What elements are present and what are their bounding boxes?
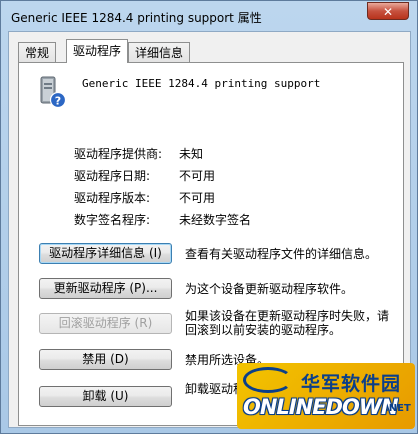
tab-details[interactable]: 详细信息	[128, 42, 191, 62]
version-value: 不可用	[179, 191, 216, 205]
provider-value: 未知	[179, 147, 204, 161]
version-label: 驱动程序版本:	[74, 191, 151, 205]
rollback-driver-button[interactable]: 回滚驱动程序 (R)	[39, 313, 172, 334]
tab-driver[interactable]: 驱动程序	[66, 39, 129, 63]
title-bar[interactable]: Generic IEEE 1284.4 printing support 属性 …	[1, 1, 417, 31]
svg-text:?: ?	[55, 95, 61, 108]
signer-label: 数字签名程序:	[74, 213, 151, 227]
printer-device-question-icon: ?	[40, 76, 67, 109]
date-label: 驱动程序日期:	[74, 169, 151, 183]
watermark-en: ONLINEDOWN	[243, 395, 399, 419]
disable-button[interactable]: 禁用 (D)	[39, 349, 172, 370]
close-icon: ✕	[382, 5, 394, 19]
device-name: Generic IEEE 1284.4 printing support	[82, 77, 321, 90]
provider-label: 驱动程序提供商:	[74, 147, 163, 161]
uninstall-button[interactable]: 卸载 (U)	[39, 386, 172, 407]
watermark-cn: 华军软件园	[301, 373, 402, 395]
driver-details-button[interactable]: 驱动程序详细信息 (I)	[39, 243, 172, 264]
watermark-suffix: .NET	[385, 403, 411, 414]
close-button[interactable]: ✕	[367, 2, 409, 20]
signer-value: 未经数字签名	[179, 213, 252, 227]
properties-window: Generic IEEE 1284.4 printing support 属性 …	[0, 0, 418, 434]
date-value: 不可用	[179, 169, 216, 183]
update-driver-button[interactable]: 更新驱动程序 (P)...	[39, 278, 172, 299]
watermark-logo: 华军软件园 ONLINEDOWN .NET	[237, 363, 415, 429]
update-driver-desc: 为这个设备更新驱动程序软件。	[185, 282, 354, 296]
driver-details-desc: 查看有关驱动程序文件的详细信息。	[185, 247, 378, 261]
tab-general[interactable]: 常规	[18, 42, 57, 62]
rollback-driver-desc: 如果该设备在更新驱动程序时失败，请回滚到以前安装的驱动程序。	[185, 309, 390, 337]
window-title: Generic IEEE 1284.4 printing support 属性	[11, 11, 262, 25]
logo-ring-icon	[243, 367, 293, 393]
